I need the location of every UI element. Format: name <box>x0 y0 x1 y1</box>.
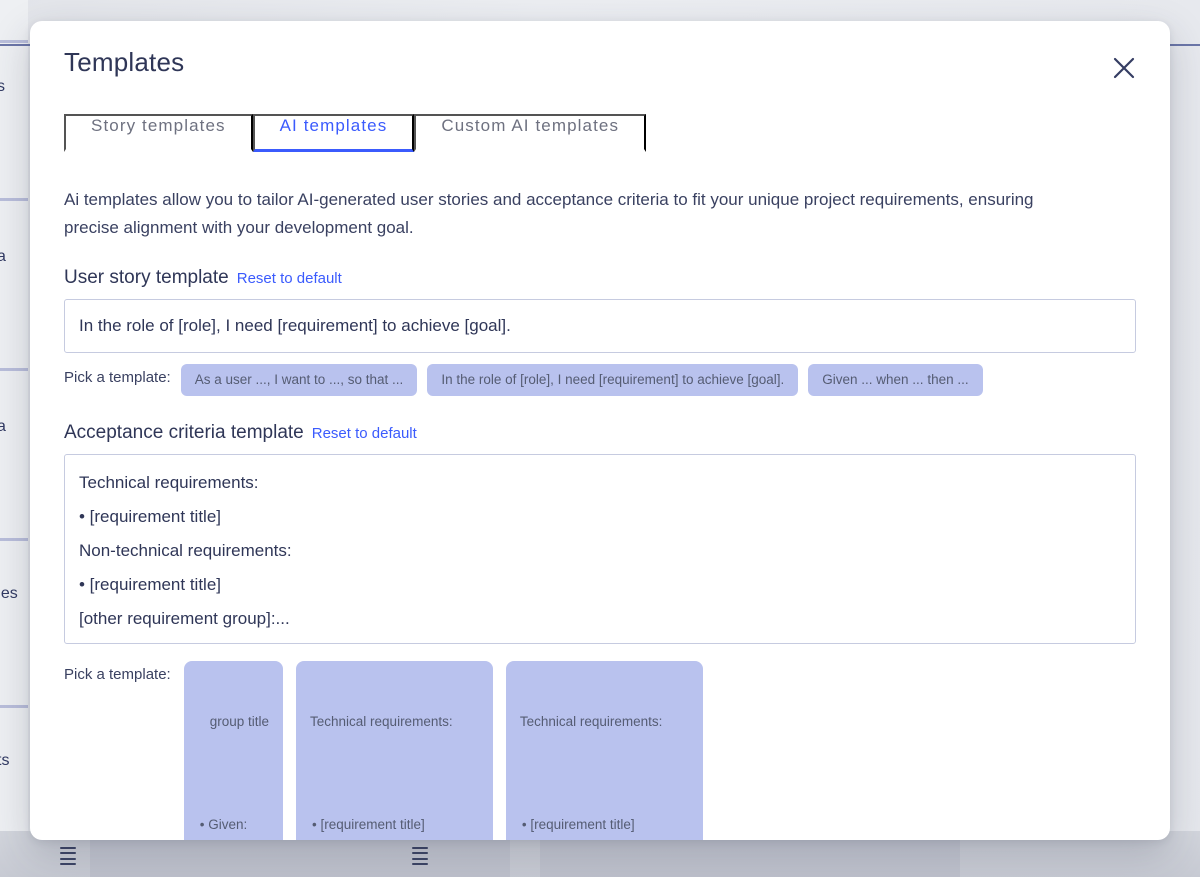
background-text-fragment: a <box>0 248 6 265</box>
background-text-fragment: a <box>0 418 6 435</box>
user-story-title: User story template <box>64 267 229 289</box>
background-rule <box>0 198 28 201</box>
description-text: Ai templates allow you to tailor AI-gene… <box>64 190 1034 237</box>
card-list-item: Given: <box>200 815 269 836</box>
reset-user-story-link[interactable]: Reset to default <box>237 270 342 287</box>
pick-a-template-label: Pick a template: <box>64 666 171 683</box>
background-text-fragment: hes <box>0 585 18 602</box>
acceptance-criteria-title: Acceptance criteria template <box>64 422 304 443</box>
tab-ai-templates[interactable]: AI templates <box>252 114 415 153</box>
user-story-pick-row: Pick a template: As a user ..., I want t… <box>64 363 1136 396</box>
templates-modal: Templates Story templates AI templates C… <box>30 21 1170 840</box>
background-rule <box>0 705 28 708</box>
user-story-section: User story template Reset to default Pic… <box>64 267 1136 396</box>
acceptance-criteria-pick-row: Pick a template: group title Given: When… <box>64 661 1136 840</box>
page-title: Templates <box>64 47 185 77</box>
user-story-chip-given-when-then[interactable]: Given ... when ... then ... <box>808 363 983 396</box>
background-text-fragment: s <box>0 78 5 95</box>
card-group-title: Technical requirements: <box>310 714 453 730</box>
card-group-title: group title <box>209 714 270 730</box>
pick-a-template-label: Pick a template: <box>64 368 171 386</box>
user-story-chip-as-a-user[interactable]: As a user ..., I want to ..., so that ..… <box>180 363 418 396</box>
card-list-item: [requirement title] <box>522 815 689 836</box>
card-list: [requirement title] <box>310 774 479 840</box>
acceptance-card-given-when-then[interactable]: group title Given: When: Then: <box>183 661 284 840</box>
tab-story-templates[interactable]: Story templates <box>64 114 253 153</box>
tab-custom-ai-templates[interactable]: Custom AI templates <box>414 114 647 153</box>
background-rule <box>0 40 28 43</box>
user-story-input[interactable] <box>64 299 1136 353</box>
hamburger-icon[interactable] <box>412 847 428 865</box>
card-list-item: [requirement title] <box>312 815 479 836</box>
user-story-header: User story template Reset to default <box>64 267 1136 289</box>
background-text-fragment: ts <box>0 752 10 769</box>
acceptance-card-three-groups[interactable]: Technical requirements: [requirement tit… <box>505 661 703 840</box>
background-rule <box>0 368 28 371</box>
acceptance-criteria-textarea[interactable]: Technical requirements: • [requirement t… <box>64 454 1136 644</box>
user-story-chip-in-the-role[interactable]: In the role of [role], I need [requireme… <box>427 363 799 396</box>
acceptance-criteria-section: Acceptance criteria template Reset to de… <box>64 422 1136 840</box>
card-list: [requirement title] <box>520 774 689 840</box>
tab-bar: Story templates AI templates Custom AI t… <box>64 114 1136 153</box>
close-icon <box>1113 57 1135 79</box>
reset-acceptance-criteria-link[interactable]: Reset to default <box>312 425 417 442</box>
card-group-title: Technical requirements: <box>519 714 663 730</box>
background-rule <box>0 538 28 541</box>
card-list: Given: When: Then: <box>198 774 269 840</box>
acceptance-criteria-header: Acceptance criteria template Reset to de… <box>64 422 1136 444</box>
acceptance-card-two-groups[interactable]: Technical requirements: [requirement tit… <box>296 661 493 840</box>
hamburger-icon[interactable] <box>60 847 76 865</box>
close-button[interactable] <box>1104 48 1144 88</box>
